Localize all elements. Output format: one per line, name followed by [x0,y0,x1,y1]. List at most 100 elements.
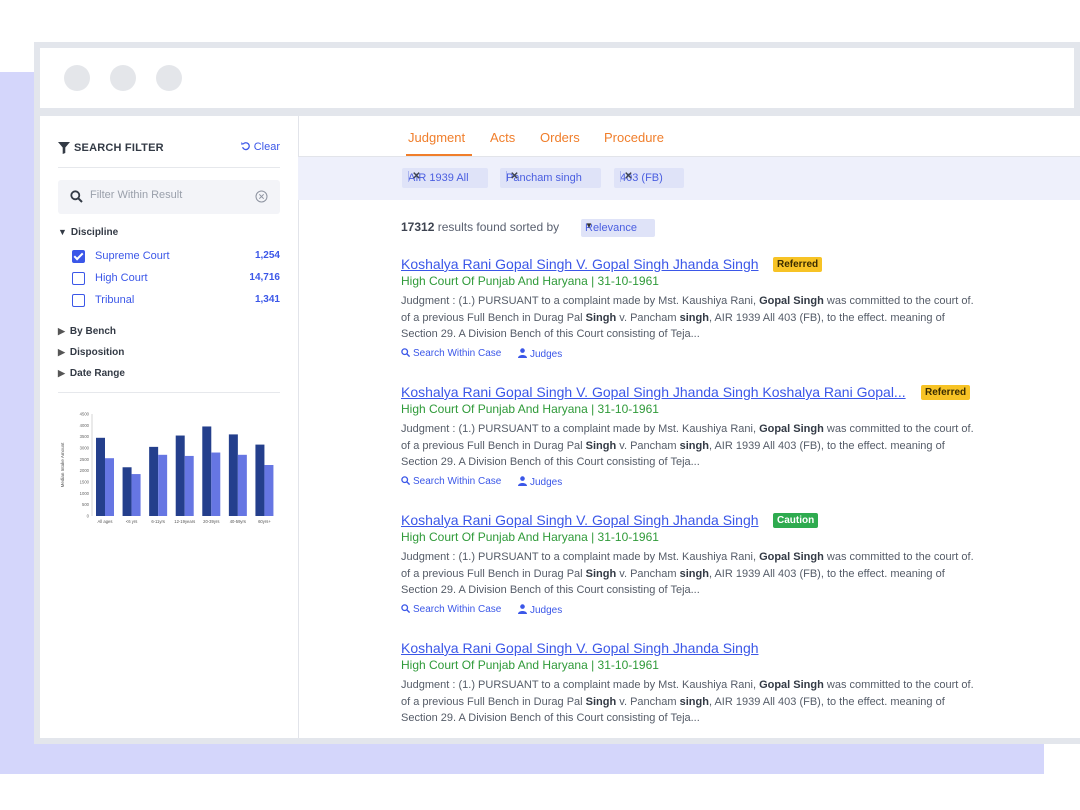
y-tick-label: 2500 [80,457,90,462]
judges-link[interactable]: Judges [518,476,562,488]
caret-right-icon: ▶ [58,326,65,336]
result-snippet: Judgment : (1.) PURSUANT to a complaint … [401,421,976,471]
checkbox[interactable] [72,294,85,307]
action-label: Judges [530,477,563,488]
action-label: Search Within Case [413,604,502,615]
tab-judgment[interactable]: Judgment [408,130,465,145]
option-label: Supreme Court [95,250,170,262]
x-tick-label: All ages [98,519,113,524]
chart-bar [211,452,221,516]
result-snippet: Judgment : (1.) PURSUANT to a complaint … [401,293,976,343]
snippet-text: v. Pancham [616,311,680,324]
action-label: Judges [530,349,563,360]
remove-chip-icon[interactable]: ✕ [408,171,424,182]
discipline-option-tribunal[interactable]: Tribunal 1,341 [72,293,280,309]
snippet-highlight: Singh [585,311,617,324]
search-within-case-link[interactable]: Search Within Case [401,604,501,615]
sort-select[interactable]: Relevance ▼ [581,219,655,237]
chart-bar [237,454,247,516]
snippet-text: Judgment : (1.) PURSUANT to a complaint … [401,423,760,435]
result-item: Koshalya Rani Gopal Singh V. Gopal Singh… [401,640,1001,738]
chart-bar [175,435,185,516]
search-within-case-link[interactable]: Search Within Case [401,348,501,359]
chart-bar [131,474,141,516]
discipline-label: Discipline [70,227,119,238]
snippet-text: Judgment : (1.) PURSUANT to a complaint … [401,551,760,563]
caret-right-icon: ▶ [58,347,65,357]
snippet-highlight: Gopal Singh [759,295,824,307]
checkbox[interactable] [72,272,85,285]
result-title-link[interactable]: Koshalya Rani Gopal Singh V. Gopal Singh… [401,384,906,400]
tab-orders[interactable]: Orders [540,130,580,145]
caret-down-icon: ▼ [585,221,593,230]
discipline-option-high-court[interactable]: High Court 14,716 [72,271,280,287]
action-label: Search Within Case [413,476,502,487]
chart-bar [202,426,212,516]
chart-bar [105,458,114,516]
snippet-highlight: singh [679,439,709,452]
results-count: 17312 [401,220,435,234]
judges-link[interactable]: Judges [518,604,562,616]
clear-button[interactable]: Clear [240,141,280,153]
remove-chip-icon[interactable]: ✕ [620,171,636,182]
y-tick-label: 500 [82,502,90,507]
remove-chip-icon[interactable]: ✕ [506,171,522,182]
result-title-link[interactable]: Koshalya Rani Gopal Singh V. Gopal Singh… [401,512,759,528]
snippet-text: v. Pancham [616,439,680,452]
discipline-option-supreme-court[interactable]: Supreme Court 1,254 [72,249,280,265]
window-dot-maximize[interactable] [156,65,182,91]
result-court-date: High Court Of Punjab And Haryana | 31-10… [401,274,659,288]
result-item: Koshalya Rani Gopal Singh V. Gopal Singh… [401,384,1001,504]
search-within-case-link[interactable]: Search Within Case [401,476,501,487]
clear-label: Clear [253,141,280,153]
search-filter-sidebar: SEARCH FILTER Clear ▼Discipline Supreme … [40,116,299,738]
snippet-highlight: singh [679,311,709,324]
results-text: results found sorted by [437,220,560,234]
chart-bar [96,437,105,516]
action-label: Judges [530,605,563,616]
result-actions: Search Within Case Judges [401,604,601,618]
caret-right-icon: ▶ [58,368,65,378]
y-tick-label: 4500 [80,412,90,417]
tab-bar: Judgment Acts Orders Procedure [298,116,1080,157]
clear-input-icon[interactable] [255,190,268,203]
by-bench-label: By Bench [69,326,117,337]
app-window: SEARCH FILTER Clear ▼Discipline Supreme … [40,116,1080,738]
x-tick-label: 6-11yrs [151,519,165,524]
result-snippet: Judgment : (1.) PURSUANT to a complaint … [401,677,976,727]
y-tick-label: 3000 [80,446,90,451]
checkbox-checked[interactable] [72,250,85,263]
applied-filters-bar: AIR 1939 All ✕ Pancham singh ✕ 403 (FB) … [298,157,1080,200]
date-range-toggle[interactable]: ▶ Date Range [58,368,125,379]
judges-link[interactable]: Judges [518,348,562,360]
filter-within-input[interactable] [90,189,240,201]
active-tab-indicator [406,154,472,156]
window-dot-close[interactable] [64,65,90,91]
snippet-highlight: Singh [585,567,617,580]
chart-bar [228,434,238,516]
x-tick-label: <6 yrs [126,519,138,524]
tab-procedure[interactable]: Procedure [604,130,664,145]
filter-icon [58,142,70,154]
chart-bar [255,444,265,516]
date-range-label: Date Range [69,368,125,379]
chart-bar [184,455,194,516]
disposition-toggle[interactable]: ▶ Disposition [58,347,124,358]
user-icon [518,476,527,486]
y-tick-label: 1000 [80,491,90,496]
window-dot-minimize[interactable] [110,65,136,91]
divider [58,167,280,168]
option-label: Tribunal [95,294,135,306]
result-court-date: High Court Of Punjab And Haryana | 31-10… [401,402,659,416]
tab-acts[interactable]: Acts [490,130,515,145]
chart-bar [149,446,159,516]
result-title-link[interactable]: Koshalya Rani Gopal Singh V. Gopal Singh… [401,640,759,656]
snippet-highlight: Gopal Singh [759,551,824,563]
result-title-link[interactable]: Koshalya Rani Gopal Singh V. Gopal Singh… [401,256,759,272]
filter-chip: Pancham singh ✕ [500,168,601,188]
search-icon [401,604,411,614]
discipline-toggle[interactable]: ▼ Discipline [58,227,118,238]
chart-bar [158,454,168,516]
by-bench-toggle[interactable]: ▶ By Bench [58,326,116,337]
search-icon [401,348,411,358]
